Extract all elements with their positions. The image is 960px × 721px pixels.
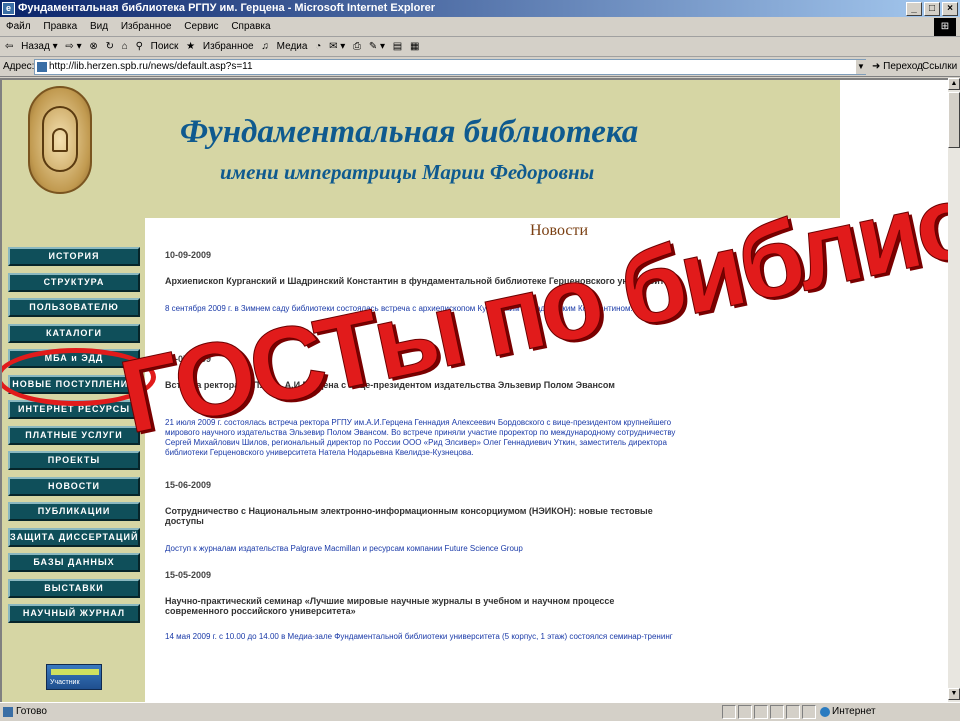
stop-icon[interactable]: ⊗ (89, 41, 97, 52)
search-label: Поиск (150, 41, 179, 52)
window-title: Фундаментальная библиотека РГПУ им. Герц… (18, 2, 435, 14)
media-label: Медиа (276, 41, 308, 52)
messenger-icon[interactable]: ▦ (410, 41, 419, 52)
counter-label: Участник (50, 679, 80, 686)
windows-logo-icon: ⊞ (934, 18, 956, 36)
news-date: 10-09-2009 (165, 250, 212, 260)
discuss-icon[interactable]: ▤ (393, 41, 402, 52)
nav-button[interactable]: СТРУКТУРА (8, 272, 140, 292)
history-icon[interactable]: ◔ (315, 41, 321, 52)
toolbar: ⇦ Назад ▾ ⇨ ▾ ⊗ ↻ ⌂ ⚲ Поиск ★ Избранное … (0, 37, 960, 57)
nav-button[interactable]: ПОЛЬЗОВАТЕЛЮ (8, 298, 140, 317)
go-button[interactable]: ➜ Переход (872, 57, 923, 77)
news-body[interactable]: Доступ к журналам издательства Palgrave … (165, 544, 523, 553)
menu-view[interactable]: Вид (90, 21, 108, 32)
forward-button[interactable]: ⇨ ▾ (65, 41, 81, 52)
address-bar: Адрес: http://lib.herzen.spb.ru/news/def… (0, 57, 960, 77)
minimize-button[interactable]: _ (906, 2, 922, 16)
nav-button[interactable]: НОВОСТИ (8, 476, 140, 496)
address-input[interactable]: http://lib.herzen.spb.ru/news/default.as… (34, 59, 866, 75)
counter-bar (51, 669, 99, 675)
back-label: Назад (21, 41, 50, 52)
status-text: Готово (16, 706, 47, 717)
home-icon[interactable]: ⌂ (122, 41, 128, 52)
news-date: 15-05-2009 (165, 570, 212, 580)
nav-button[interactable]: ИСТОРИЯ (8, 247, 140, 266)
mail-icon[interactable]: ✉ ▾ (329, 41, 345, 52)
nav-button[interactable]: ВЫСТАВКИ (8, 578, 140, 598)
status-cell (770, 705, 784, 719)
favorites-label: Избранное (202, 41, 254, 52)
status-cell (738, 705, 752, 719)
news-heading: Новости (530, 222, 589, 239)
news-body[interactable]: 14 мая 2009 г. с 10.00 до 14.00 в Медиа-… (165, 632, 673, 641)
news-headline: Научно-практический семинар «Лучшие миро… (165, 596, 615, 606)
browser-window: e Фундаментальная библиотека РГПУ им. Ге… (0, 0, 960, 720)
scroll-down-icon[interactable]: ▼ (948, 688, 960, 700)
nav-button[interactable]: ИНТЕРНЕТ РЕСУРСЫ (8, 400, 140, 419)
menu-bar: Файл Правка Вид Избранное Сервис Справка… (0, 17, 960, 37)
nav-button[interactable]: НАУЧНЫЙ ЖУРНАЛ (8, 604, 140, 623)
scroll-up-icon[interactable]: ▲ (948, 78, 960, 90)
close-button[interactable]: × (942, 2, 958, 16)
page-viewport: Фундаментальная библиотека имени императ… (0, 78, 948, 702)
status-bar: Готово Интернет (0, 702, 960, 720)
status-cell (754, 705, 768, 719)
nav-button[interactable]: ПРОЕКТЫ (8, 451, 140, 470)
address-url: http://lib.herzen.spb.ru/news/default.as… (49, 61, 253, 72)
title-bar: e Фундаментальная библиотека РГПУ им. Ге… (0, 0, 960, 17)
menu-tools[interactable]: Сервис (184, 21, 218, 32)
page-icon (37, 62, 47, 72)
menu-file[interactable]: Файл (6, 21, 31, 32)
university-crest-logo (28, 86, 92, 194)
scroll-thumb[interactable] (948, 92, 960, 148)
status-cell (786, 705, 800, 719)
menu-favorites[interactable]: Избранное (121, 21, 172, 32)
menu-edit[interactable]: Правка (43, 21, 77, 32)
crest-inner (42, 106, 78, 172)
nav-button[interactable]: ПЛАТНЫЕ УСЛУГИ (8, 425, 140, 445)
status-cell (802, 705, 816, 719)
site-title: Фундаментальная библиотека (180, 114, 639, 150)
refresh-icon[interactable]: ↻ (106, 41, 114, 52)
address-dropdown-icon[interactable]: ▼ (856, 60, 866, 74)
media-button[interactable]: ♫ Медиа (261, 41, 307, 52)
vertical-scrollbar[interactable]: ▲ ▼ (948, 78, 960, 702)
edit-icon[interactable]: ✎ ▾ (369, 41, 385, 52)
menu-help[interactable]: Справка (231, 21, 270, 32)
news-headline: современного российского университета» (165, 606, 356, 616)
back-button[interactable]: ⇦ Назад ▾ (5, 41, 58, 52)
internet-zone-icon (820, 707, 830, 717)
nav-button[interactable]: БАЗЫ ДАННЫХ (8, 553, 140, 572)
search-button[interactable]: ⚲ Поиск (136, 41, 179, 52)
nav-button[interactable]: ЗАЩИТА ДИССЕРТАЦИЙ (8, 527, 140, 547)
page-status-icon (3, 707, 13, 717)
counter-badge[interactable]: Участник (46, 664, 102, 690)
maximize-button[interactable]: □ (924, 2, 940, 16)
links-button[interactable]: Ссылки (922, 57, 957, 77)
print-icon[interactable]: ⎙ (353, 41, 361, 52)
favorites-button[interactable]: ★ Избранное (186, 41, 253, 52)
lyre-emblem (52, 128, 68, 152)
site-subtitle: имени императрицы Марии Федоровны (220, 160, 595, 184)
status-cell (722, 705, 736, 719)
address-label: Адрес: (3, 61, 35, 72)
go-label: Переход (883, 61, 923, 72)
zone-text: Интернет (832, 706, 876, 717)
nav-button[interactable]: ПУБЛИКАЦИИ (8, 502, 140, 521)
ie-icon: e (2, 2, 15, 15)
